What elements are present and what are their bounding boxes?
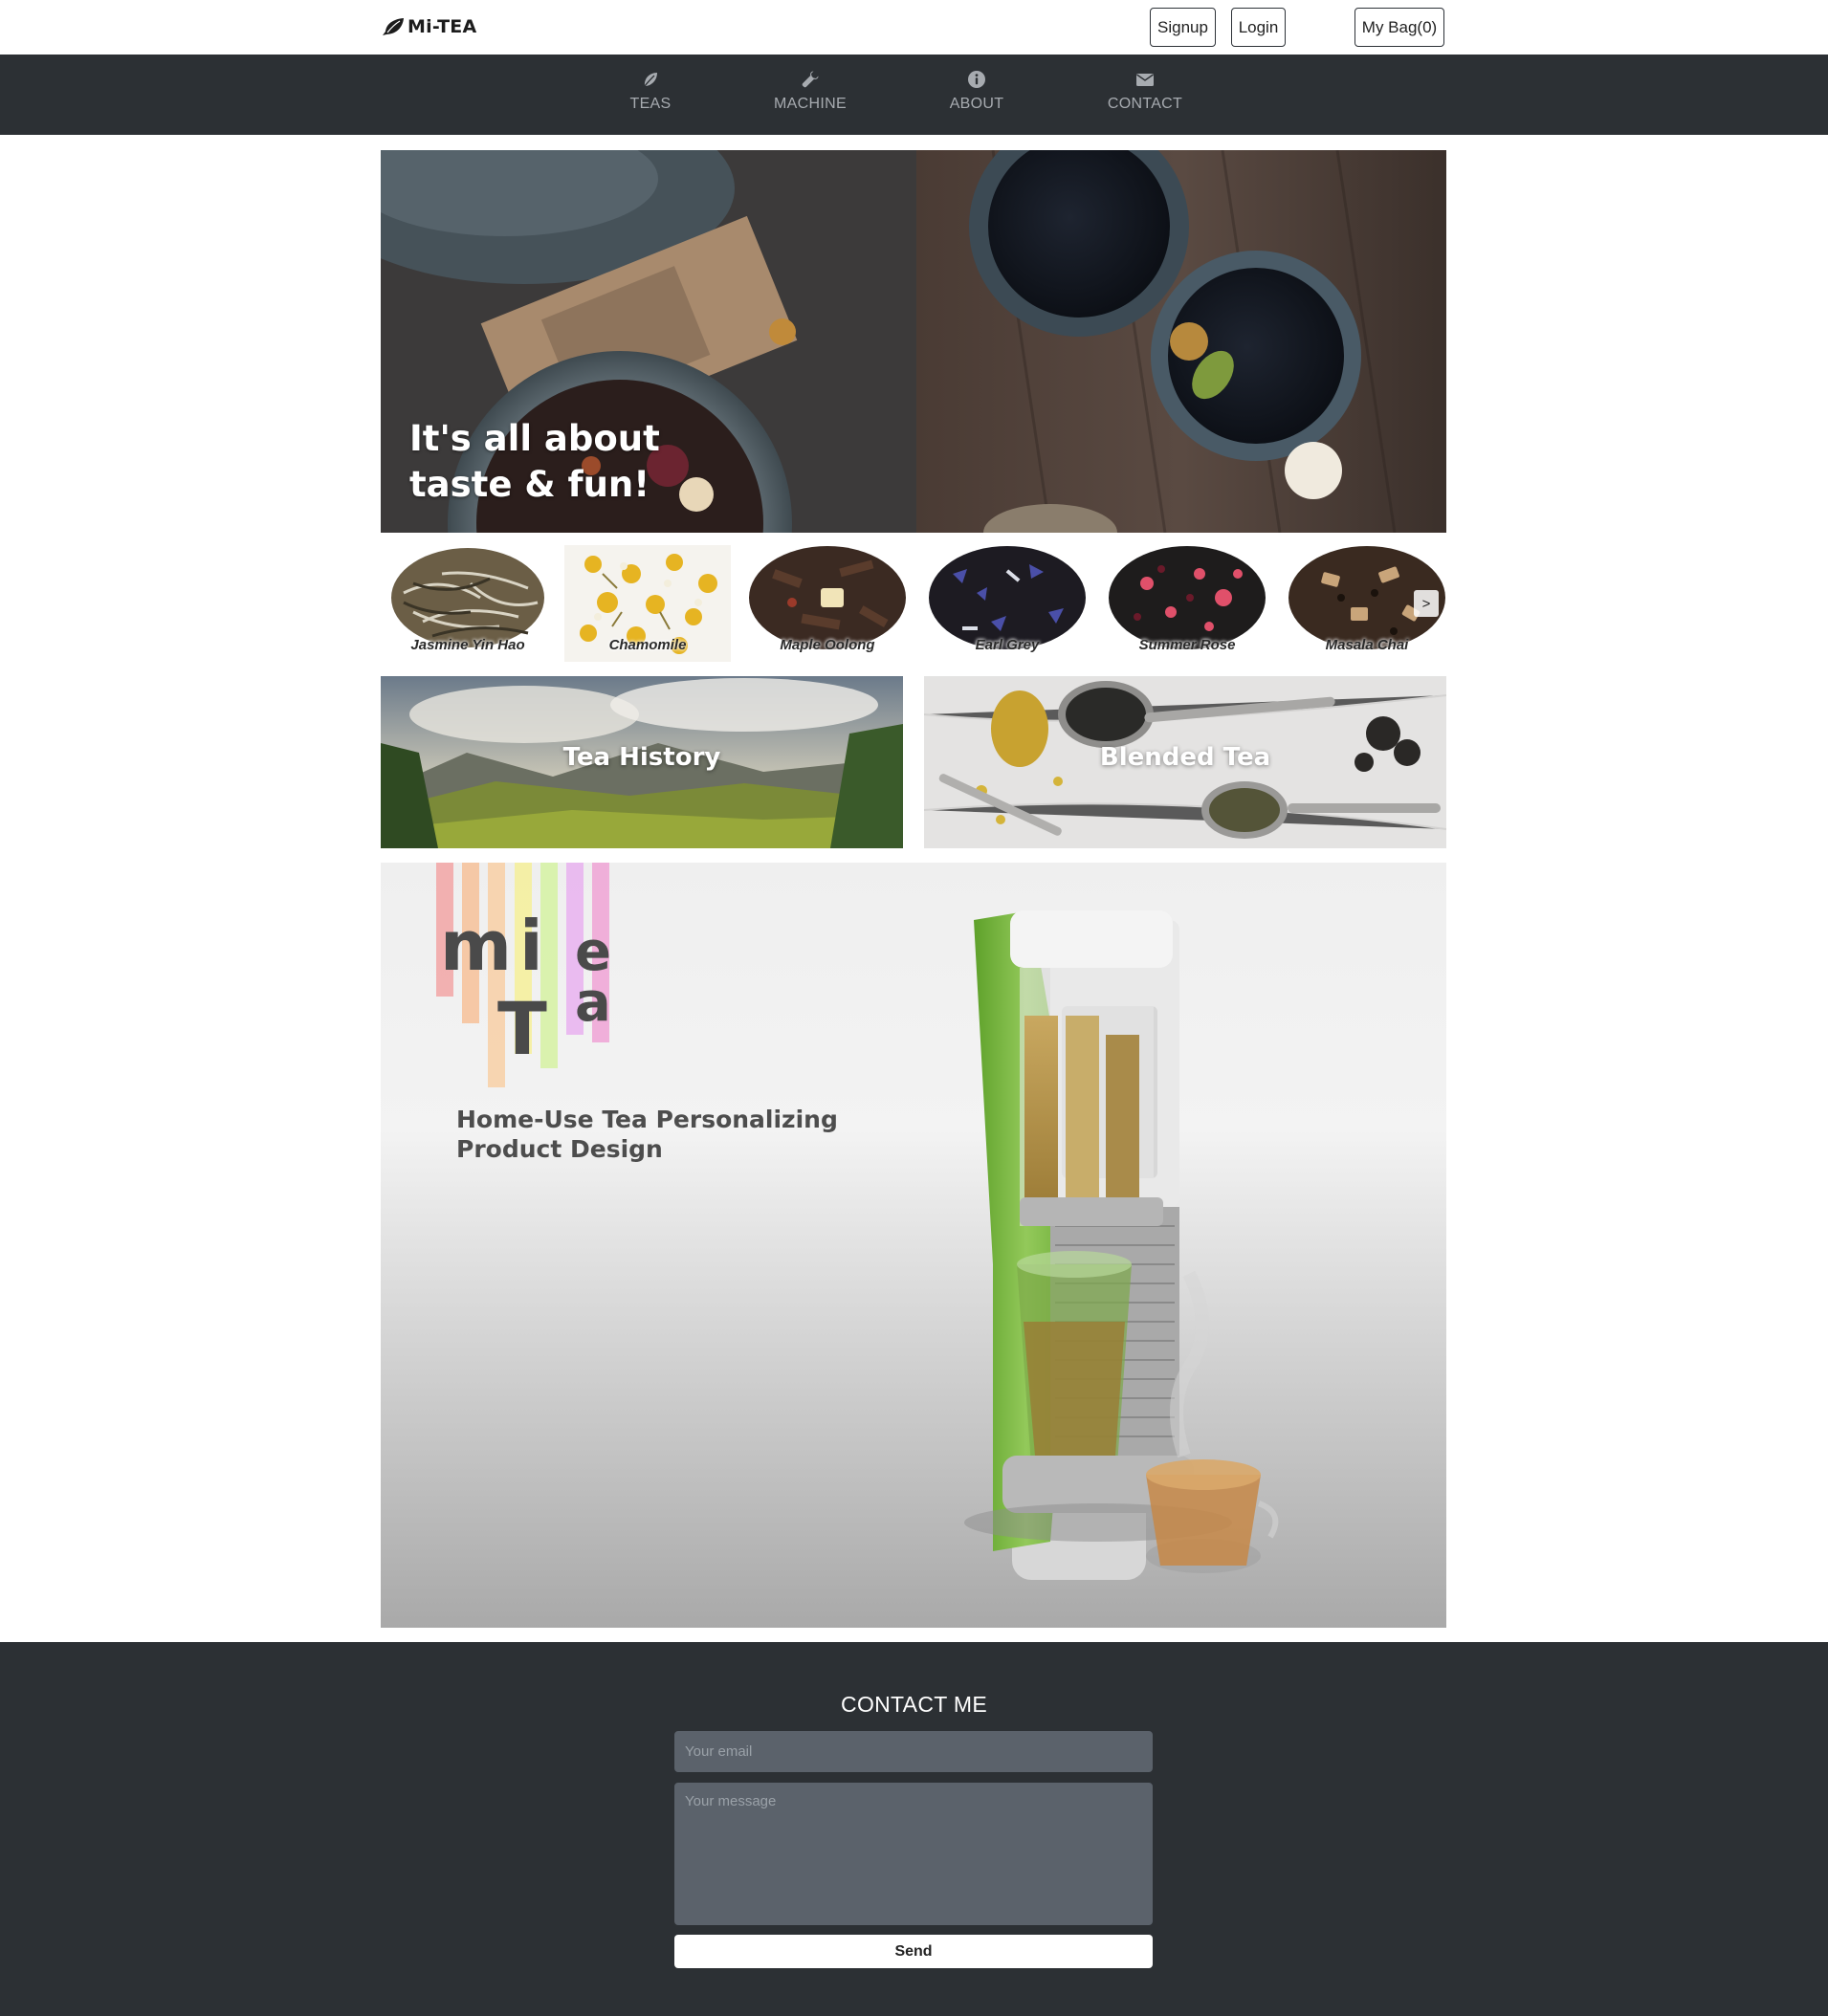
nav-item-machine[interactable]: MACHINE [753,70,868,113]
tea-carousel: Jasmine Yin Hao Chamomile Maple Oolong E… [381,545,1446,662]
leaf-icon [383,18,404,35]
info-icon [968,71,985,88]
tile-title: Blended Tea [1099,743,1271,772]
tile-title: Tea History [562,743,721,772]
nav-item-contact[interactable]: CONTACT [1088,70,1202,113]
machine-banner[interactable]: m i e T a Home-Use Tea Personalizing Pro… [381,863,1446,1628]
machine-subtitle: Home-Use Tea Personalizing Product Desig… [456,1105,839,1164]
tea-card-summer-rose[interactable]: Summer Rose [1104,545,1270,662]
hero-caption-line1: It's all about [409,418,660,459]
machine-subtitle-line2: Product Design [456,1135,663,1163]
mieta-logo-m: m [440,906,512,986]
login-button[interactable]: Login [1231,8,1286,47]
tea-machine-image: m i e T a [381,863,1446,1628]
contact-section: CONTACT ME Send [0,1642,1828,2016]
tea-history-tile[interactable]: Tea History [381,676,903,848]
envelope-icon [1136,74,1154,86]
tea-name: Summer Rose [1138,637,1236,653]
wrench-icon [802,71,819,88]
machine-subtitle-line1: Home-Use Tea Personalizing [456,1106,838,1133]
email-input[interactable] [674,1731,1153,1772]
hero-caption: It's all about taste & fun! [409,416,754,508]
tea-card-chamomile[interactable]: Chamomile [564,545,731,662]
nav-label: ABOUT [949,96,1004,112]
tea-name: Masala Chai [1325,637,1409,653]
tea-card-maple-oolong[interactable]: Maple Oolong [744,545,911,662]
tea-card-jasmine[interactable]: Jasmine Yin Hao [385,545,551,662]
tea-name: Earl Grey [975,637,1040,653]
site-logo[interactable]: Mi-TEA [381,14,476,39]
nav-label: TEAS [629,96,672,112]
mieta-logo-i: i [519,906,543,986]
nav-item-about[interactable]: ABOUT [919,70,1034,113]
logo-text: Mi-TEA [407,16,477,37]
tea-name: Maple Oolong [780,637,875,653]
hero-caption-line2: taste & fun! [409,464,650,505]
main-nav: TEAS MACHINE ABOUT CONTACT [0,55,1828,135]
mieta-logo-a: a [575,972,611,1034]
contact-title: CONTACT ME [841,1692,987,1717]
nav-label: MACHINE [774,96,847,112]
my-bag-button[interactable]: My Bag(0) [1354,8,1444,47]
tea-name: Jasmine Yin Hao [410,637,525,653]
tea-card-earl-grey[interactable]: Earl Grey [924,545,1090,662]
mieta-logo-t: T [497,986,547,1071]
hero-banner: It's all about taste & fun! [381,150,1446,533]
leaf-icon [644,73,657,87]
nav-label: CONTACT [1107,96,1183,112]
tea-name: Chamomile [608,637,687,653]
send-button[interactable]: Send [674,1935,1153,1968]
nav-item-teas[interactable]: TEAS [593,70,708,113]
signup-button[interactable]: Signup [1150,8,1216,47]
message-textarea[interactable] [674,1783,1153,1925]
top-header: Mi-TEA Signup Login My Bag(0) [0,0,1828,55]
carousel-next-button[interactable]: > [1414,590,1439,617]
blended-tea-tile[interactable]: Blended Tea [924,676,1446,848]
